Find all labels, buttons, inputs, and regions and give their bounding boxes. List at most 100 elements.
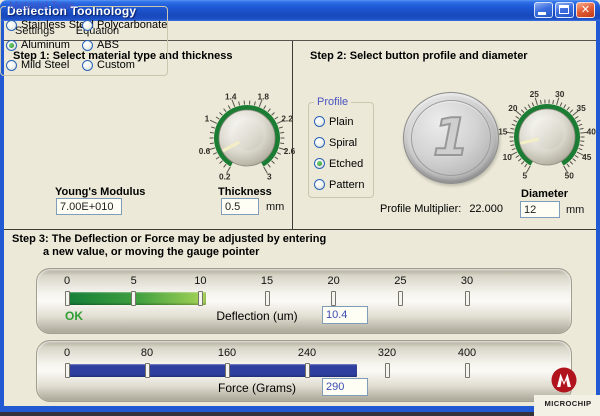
step3-header: Step 3: The Deflection or Force may be a… — [12, 233, 326, 259]
knob-scale-label: 5 — [522, 170, 527, 180]
knob-tick — [567, 107, 569, 110]
window-controls: ✕ — [534, 2, 595, 18]
window-border-right — [596, 21, 600, 406]
radio-option-aluminum[interactable]: Aluminum — [6, 35, 82, 55]
knob-tick — [280, 143, 284, 144]
knob-tick — [210, 120, 217, 123]
profile-multiplier-row: Profile Multiplier:22.000 — [380, 203, 503, 215]
radio-icon — [314, 179, 325, 190]
material-type-group: Material Type Stainless Steel Aluminum Mil… — [0, 0, 168, 76]
force-input[interactable] — [322, 378, 368, 396]
radio-option-pattern[interactable]: Pattern — [314, 174, 373, 195]
knob-tick — [518, 159, 521, 162]
app-window: Deflection Toolnology ✕ Settings Equatio… — [0, 0, 600, 416]
deflection-gauge[interactable]: 051015202530 OK Deflection (um) — [36, 268, 572, 334]
thickness-input[interactable] — [221, 198, 259, 215]
gauge-tick-label: 20 — [328, 275, 340, 287]
knob-tick — [272, 112, 275, 115]
knob-tick — [577, 120, 581, 122]
knob-tick — [553, 100, 554, 104]
radio-option-spiral[interactable]: Spiral — [314, 132, 373, 153]
knob-scale-label: 0.6 — [199, 146, 211, 156]
knob-tick — [540, 100, 541, 104]
knob-tick — [268, 164, 270, 167]
knob-scale-label: 30 — [555, 89, 565, 99]
force-gauge[interactable]: 080160240320400 Force (Grams) — [36, 340, 572, 402]
knob-tick — [280, 132, 284, 133]
radio-option-label: Aluminum — [21, 39, 70, 51]
knob-tick — [216, 157, 219, 159]
knob-tick — [570, 161, 573, 164]
microchip-logo: MICROCHIP — [538, 366, 598, 414]
step3-header-line2: a new value, or moving the gauge pointer — [12, 246, 326, 259]
knob-tick — [525, 107, 527, 110]
knob-tick — [560, 103, 562, 107]
radio-icon — [82, 20, 93, 31]
knob-tick — [575, 116, 578, 118]
knob-tick — [521, 110, 524, 113]
radio-option-label: Etched — [329, 158, 363, 170]
knob-scale-label: 0.2 — [219, 171, 231, 181]
knob-tick — [239, 101, 240, 105]
radio-option-label: ABS — [97, 39, 119, 51]
gauge-bar[interactable] — [67, 292, 206, 305]
gauge-tick-label: 0 — [64, 275, 70, 287]
knob-tick — [224, 109, 226, 112]
deflection-input[interactable] — [322, 306, 368, 324]
radio-option-custom[interactable]: Custom — [82, 55, 167, 75]
radio-option-abs[interactable]: ABS — [82, 35, 167, 55]
radio-option-mild-steel[interactable]: Mild Steel — [6, 55, 82, 75]
radio-icon — [314, 116, 325, 127]
material-type-group-label: Material Type — [6, 0, 78, 12]
close-button[interactable]: ✕ — [576, 2, 595, 18]
gauge-tick-label: 80 — [141, 347, 153, 359]
knob-tick — [279, 127, 283, 128]
gauge-tick — [145, 363, 150, 378]
gauge-tick — [385, 363, 390, 378]
knob-tick — [578, 124, 582, 125]
knob-scale-label: 45 — [582, 152, 592, 162]
gauge-tick-label: 400 — [458, 347, 476, 359]
button-preview: 1 — [403, 92, 499, 184]
knob-scale-label: 50 — [565, 170, 575, 180]
gauge-tick-label: 0 — [64, 347, 70, 359]
knob-scale-label: 1.4 — [225, 91, 237, 101]
knob-dome — [233, 120, 264, 151]
radio-option-plain[interactable]: Plain — [314, 111, 373, 132]
knob-scale-label: 1.8 — [257, 91, 269, 101]
knob-tick — [527, 166, 531, 172]
gauge-bar[interactable] — [67, 364, 357, 377]
radio-option-label: Polycarbonate — [97, 19, 167, 31]
gauge-tick-label: 5 — [131, 275, 137, 287]
gauge-tick-label: 25 — [394, 275, 406, 287]
radio-option-stainless-steel[interactable]: Stainless Steel — [6, 15, 82, 35]
radio-selected-icon — [314, 158, 325, 169]
material-type-options: Stainless Steel Aluminum Mild Steel Polycar… — [1, 12, 167, 75]
radio-option-etched[interactable]: Etched — [314, 153, 373, 174]
minimize-icon — [538, 12, 546, 15]
knob-scale-label: 3 — [267, 171, 272, 181]
thickness-knob[interactable]: 0.20.611.41.82.22.63 — [199, 90, 295, 186]
knob-tick — [516, 116, 519, 118]
gauge-tick — [465, 291, 470, 306]
diameter-input[interactable] — [520, 201, 560, 218]
knob-tick — [564, 105, 566, 108]
knob-tick — [525, 164, 527, 167]
knob-scale-label: 15 — [498, 127, 508, 137]
minimize-button[interactable] — [534, 2, 553, 18]
profile-group-label: Profile — [314, 96, 351, 108]
close-icon: ✕ — [577, 3, 594, 17]
knob-tick — [275, 117, 278, 119]
radio-option-polycarbonate[interactable]: Polycarbonate — [82, 15, 167, 35]
maximize-button[interactable] — [555, 2, 574, 18]
radio-option-label: Plain — [329, 116, 353, 128]
gauge-tick-label: 240 — [298, 347, 316, 359]
diameter-knob[interactable]: 5101520253035404550 — [499, 89, 595, 185]
knob-tick — [277, 153, 281, 155]
gauge-tick — [398, 291, 403, 306]
knob-tick — [210, 132, 214, 133]
knob-tick — [512, 148, 516, 149]
youngs-modulus-input[interactable] — [56, 198, 122, 215]
radio-option-label: Spiral — [329, 137, 357, 149]
radio-option-label: Custom — [97, 59, 135, 71]
